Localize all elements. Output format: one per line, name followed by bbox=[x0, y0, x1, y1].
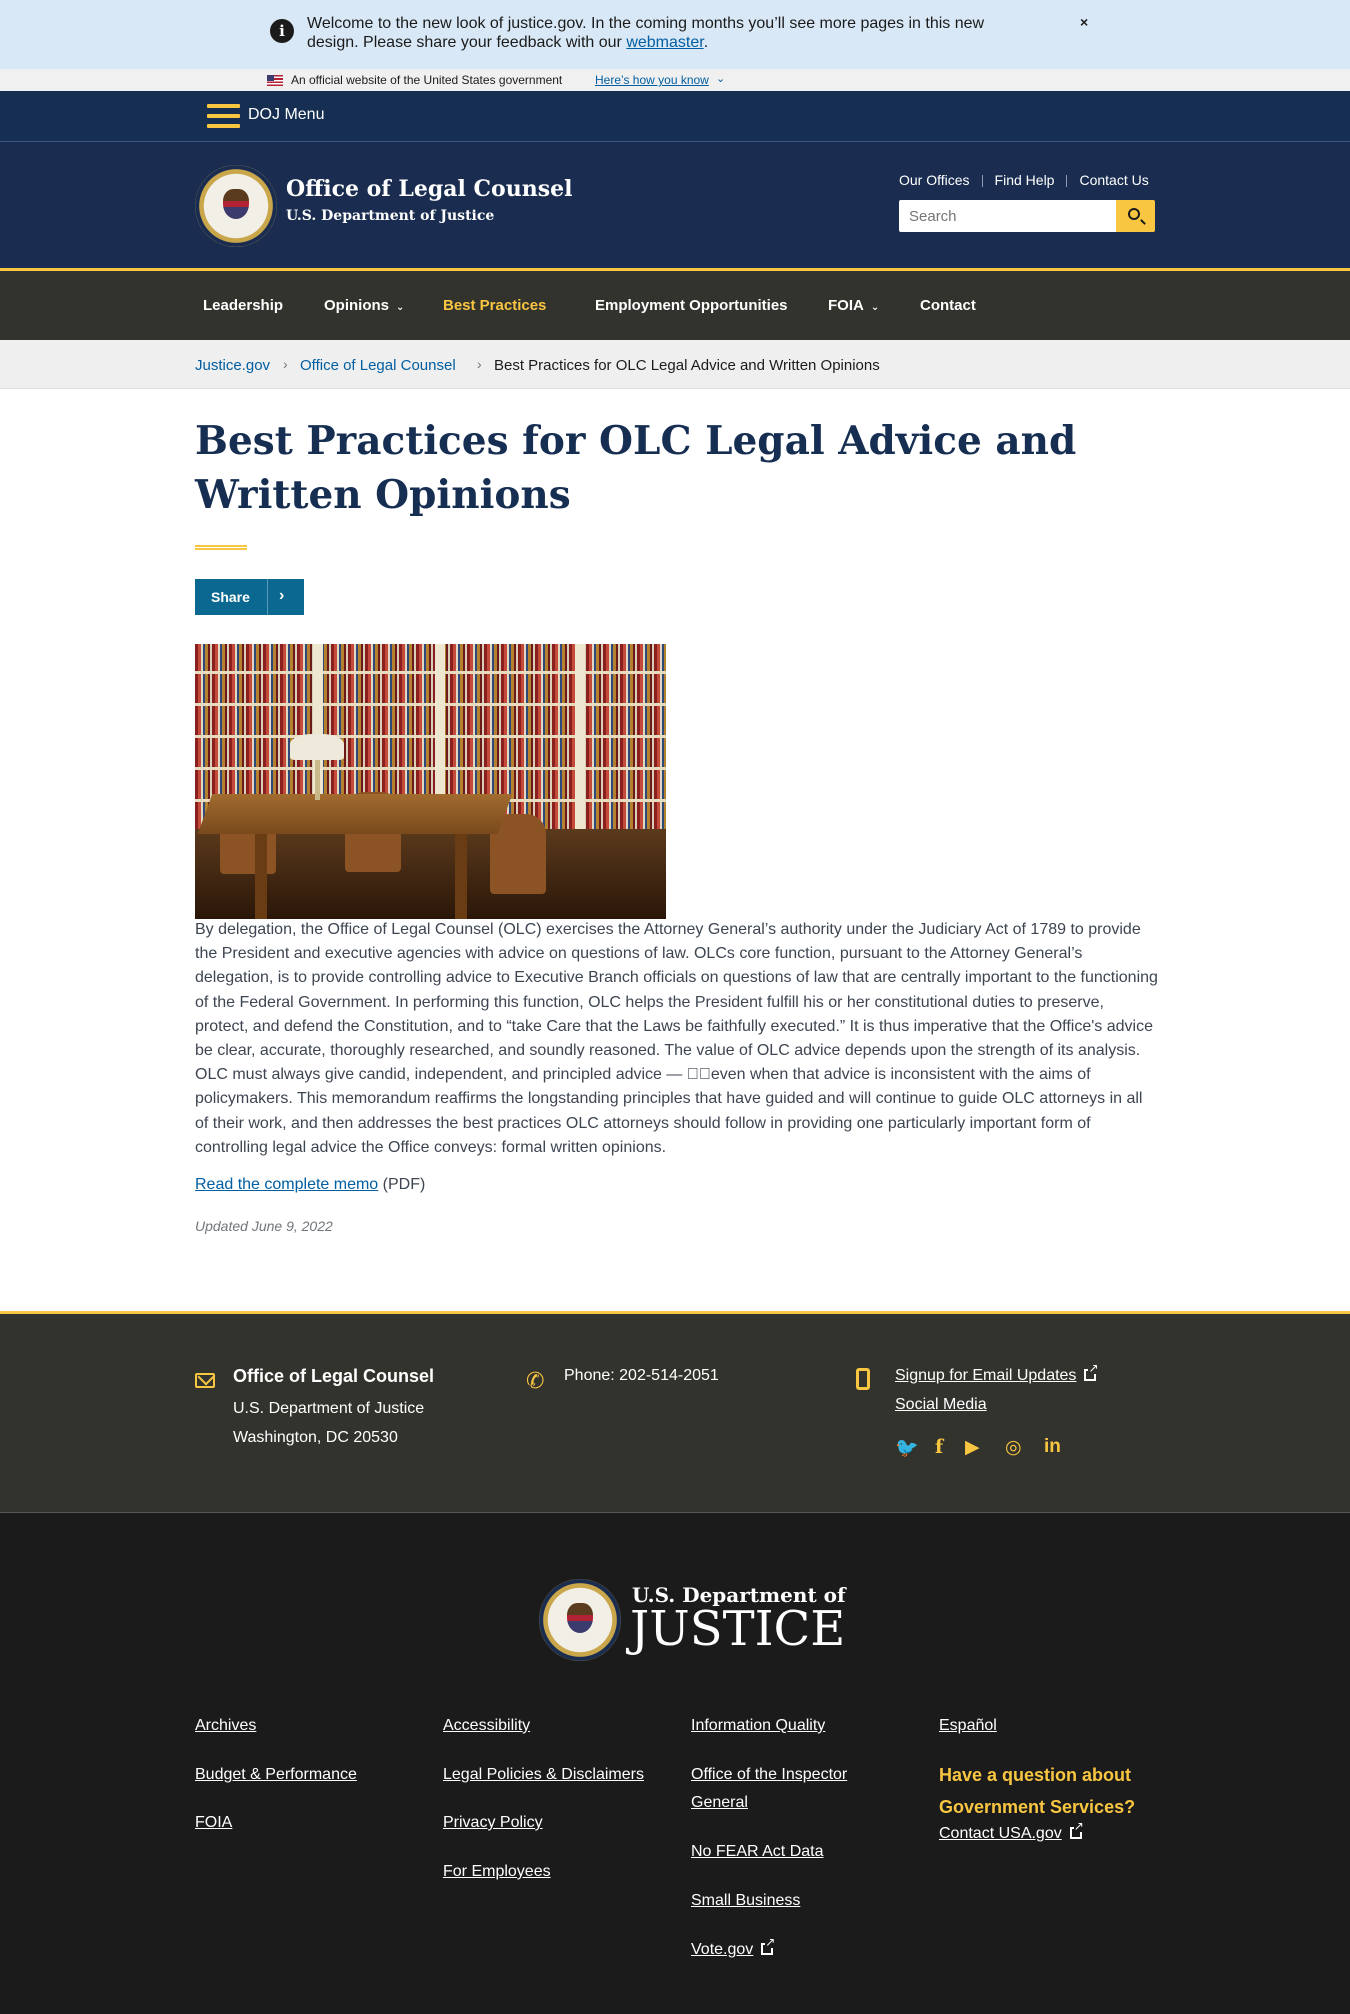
find-help-link[interactable]: Find Help bbox=[995, 172, 1055, 188]
nav-foia[interactable]: FOIA ⌄ bbox=[828, 297, 879, 314]
footer-link-espanol[interactable]: Español bbox=[939, 1712, 997, 1740]
breadcrumb-justice-gov[interactable]: Justice.gov bbox=[195, 357, 270, 374]
mail-icon bbox=[195, 1373, 215, 1388]
site-header: Office of Legal Counsel U.S. Department … bbox=[0, 142, 1350, 268]
footer-link-legal-policies[interactable]: Legal Policies & Disclaimers bbox=[443, 1761, 644, 1789]
our-offices-link[interactable]: Our Offices bbox=[899, 172, 970, 188]
alert-message: Welcome to the new look of justice.gov. … bbox=[307, 14, 1027, 52]
nav-label: Employment Opportunities bbox=[595, 297, 788, 314]
search-input[interactable] bbox=[899, 200, 1116, 232]
footer-office-name: Office of Legal Counsel bbox=[233, 1366, 435, 1386]
heres-how-you-know-link[interactable]: Here’s how you know bbox=[595, 73, 709, 87]
chevron-down-icon: ⌄ bbox=[870, 302, 880, 313]
primary-nav: Leadership Opinions ⌄ Best Practices Empl… bbox=[0, 268, 1350, 340]
nav-opinions[interactable]: Opinions ⌄ bbox=[324, 297, 404, 314]
external-link-icon bbox=[761, 1936, 776, 1955]
doj-seal-logo[interactable] bbox=[539, 1579, 621, 1661]
footer-link-budget[interactable]: Budget & Performance bbox=[195, 1761, 357, 1789]
nav-label: FOIA bbox=[828, 297, 864, 314]
doj-seal-logo[interactable] bbox=[195, 165, 277, 247]
title-divider bbox=[195, 545, 247, 550]
info-icon: i bbox=[270, 19, 294, 43]
linkedin-icon[interactable]: in bbox=[1044, 1436, 1061, 1458]
updated-date: Updated June 9, 2022 bbox=[195, 1218, 333, 1234]
footer-dept: U.S. Department of Justice bbox=[233, 1400, 425, 1417]
chevron-right-icon: › bbox=[477, 356, 482, 372]
hamburger-icon[interactable] bbox=[207, 104, 240, 128]
nav-employment-opportunities[interactable]: Employment Opportunities bbox=[595, 297, 788, 314]
doj-menu-bar: DOJ Menu bbox=[0, 91, 1350, 142]
nav-best-practices[interactable]: Best Practices bbox=[443, 297, 546, 314]
external-link-icon bbox=[1069, 1820, 1084, 1839]
footer-link-employees[interactable]: For Employees bbox=[443, 1858, 551, 1886]
vote-gov-label: Vote.gov bbox=[691, 1941, 754, 1958]
footer-link-vote-gov[interactable]: Vote.gov bbox=[691, 1936, 776, 1964]
chevron-right-icon: › bbox=[279, 587, 285, 604]
nav-label: Leadership bbox=[203, 297, 284, 314]
share-button[interactable]: Share › bbox=[195, 579, 304, 615]
nav-label: Contact bbox=[920, 297, 976, 314]
email-updates-label: Signup for Email Updates bbox=[895, 1367, 1077, 1384]
contact-us-link[interactable]: Contact Us bbox=[1079, 172, 1148, 188]
footer-justice-wordmark: JUSTICE bbox=[630, 1601, 846, 1657]
gov-services-question: Have a question about Government Service… bbox=[939, 1765, 1136, 1817]
library-photo bbox=[195, 644, 666, 919]
utility-links: Our Offices Find Help Contact Us bbox=[899, 172, 1149, 188]
footer-link-accessibility[interactable]: Accessibility bbox=[443, 1712, 530, 1740]
nav-leadership[interactable]: Leadership bbox=[203, 297, 283, 314]
memo-line: Read the complete memo (PDF) bbox=[195, 1176, 425, 1194]
doj-menu-button[interactable]: DOJ Menu bbox=[248, 106, 324, 124]
pdf-label: (PDF) bbox=[378, 1176, 426, 1193]
nav-label: Best Practices bbox=[443, 297, 547, 314]
page-title: Best Practices for OLC Legal Advice and … bbox=[195, 418, 1077, 518]
office-name[interactable]: Office of Legal Counsel bbox=[286, 176, 572, 202]
facebook-icon[interactable]: f bbox=[935, 1436, 943, 1458]
footer-link-archives[interactable]: Archives bbox=[195, 1712, 256, 1740]
social-media-link[interactable]: Social Media bbox=[895, 1396, 987, 1414]
close-alert-button[interactable]: × bbox=[1080, 14, 1088, 30]
phone-icon: ✆ bbox=[526, 1368, 545, 1393]
mobile-icon bbox=[856, 1368, 870, 1390]
breadcrumb: Justice.gov › Office of Legal Counsel › … bbox=[0, 340, 1350, 389]
chevron-down-icon: ⌄ bbox=[716, 73, 726, 85]
footer-link-no-fear[interactable]: No FEAR Act Data bbox=[691, 1838, 824, 1866]
footer-link-inspector-general[interactable]: Office of the Inspector General bbox=[691, 1761, 881, 1817]
site-alert: i Welcome to the new look of justice.gov… bbox=[0, 0, 1350, 69]
contact-usa-label: Contact USA.gov bbox=[939, 1825, 1062, 1842]
webmaster-link[interactable]: webmaster bbox=[626, 34, 703, 51]
search-icon bbox=[1128, 208, 1140, 220]
breadcrumb-current: Best Practices for OLC Legal Advice and … bbox=[494, 357, 880, 374]
contact-usa-gov-link[interactable]: Contact USA.gov bbox=[939, 1820, 1084, 1848]
department-name: U.S. Department of Justice bbox=[286, 208, 495, 224]
footer-contact: Office of Legal Counsel U.S. Department … bbox=[0, 1311, 1350, 1513]
footer-link-info-quality[interactable]: Information Quality bbox=[691, 1712, 825, 1740]
chevron-down-icon: ⌄ bbox=[396, 302, 405, 313]
footer-phone[interactable]: Phone: 202-514-2051 bbox=[564, 1367, 719, 1385]
footer-address: Washington, DC 20530 bbox=[233, 1429, 398, 1446]
site-footer: U.S. Department of JUSTICE Archives Budg… bbox=[0, 1513, 1350, 2014]
nav-label: Opinions bbox=[324, 297, 389, 314]
body-paragraph: By delegation, the Office of Legal Couns… bbox=[195, 921, 1158, 1156]
chevron-right-icon: › bbox=[283, 356, 288, 372]
gov-banner: An official website of the United States… bbox=[0, 69, 1350, 91]
email-updates-link[interactable]: Signup for Email Updates bbox=[895, 1362, 1099, 1385]
external-link-icon bbox=[1084, 1362, 1099, 1381]
footer-link-privacy[interactable]: Privacy Policy bbox=[443, 1809, 543, 1837]
youtube-icon[interactable]: ▶ bbox=[965, 1436, 980, 1459]
instagram-icon[interactable]: ◎ bbox=[1005, 1436, 1022, 1459]
footer-link-foia[interactable]: FOIA bbox=[195, 1809, 232, 1837]
us-flag-icon bbox=[267, 75, 283, 86]
alert-trailing: . bbox=[703, 34, 709, 51]
twitter-icon[interactable]: 🐦 bbox=[895, 1436, 919, 1460]
official-site-text: An official website of the United States… bbox=[291, 73, 563, 87]
nav-contact[interactable]: Contact bbox=[920, 297, 976, 314]
read-memo-link[interactable]: Read the complete memo bbox=[195, 1176, 378, 1193]
footer-link-small-business[interactable]: Small Business bbox=[691, 1887, 800, 1915]
share-label: Share bbox=[211, 589, 250, 605]
breadcrumb-olc[interactable]: Office of Legal Counsel bbox=[300, 357, 456, 374]
search-button[interactable] bbox=[1116, 200, 1155, 232]
